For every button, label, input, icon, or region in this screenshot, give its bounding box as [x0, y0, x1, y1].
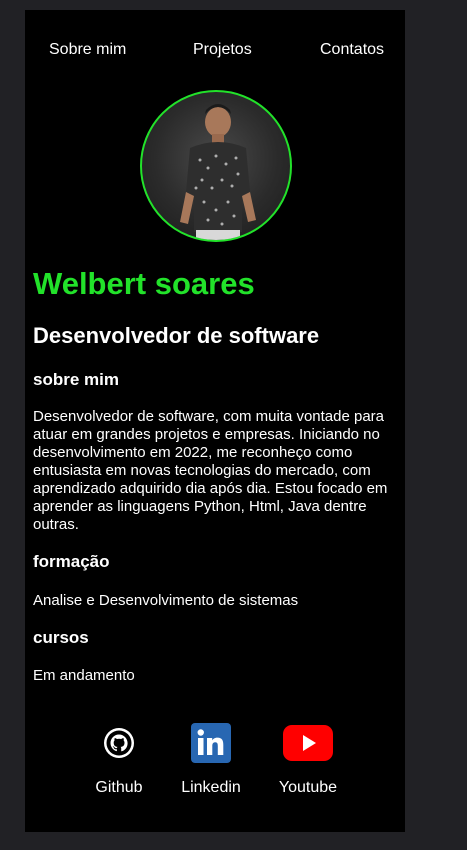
profile-role: Desenvolvedor de software	[33, 323, 320, 348]
portfolio-page: Sobre mim Projetos Contatos Welbert soar…	[25, 10, 405, 832]
nav-link-projetos[interactable]: Projetos	[193, 40, 252, 60]
courses-heading: cursos	[33, 628, 89, 647]
about-text: Desenvolvedor de software, com muita von…	[33, 408, 388, 533]
about-heading: sobre mim	[33, 370, 119, 389]
linkedin-icon	[191, 723, 231, 763]
nav-link-contatos[interactable]: Contatos	[320, 40, 384, 60]
github-icon	[104, 728, 134, 758]
avatar	[140, 90, 292, 242]
profile-name: Welbert soares	[33, 266, 255, 301]
profile-photo	[180, 104, 256, 240]
education-heading: formação	[33, 552, 110, 571]
youtube-icon	[283, 725, 333, 761]
education-text: Analise e Desenvolvimento de sistemas	[33, 592, 299, 609]
linkedin-link[interactable]: Linkedin	[177, 723, 245, 798]
youtube-label: Youtube	[278, 779, 338, 796]
linkedin-label: Linkedin	[181, 779, 241, 796]
courses-text: Em andamento	[33, 667, 135, 684]
youtube-link[interactable]: Youtube	[277, 723, 339, 798]
github-link[interactable]: Github	[89, 723, 149, 798]
top-nav: Sobre mim Projetos Contatos	[25, 40, 405, 60]
nav-link-sobre-mim[interactable]: Sobre mim	[49, 40, 126, 60]
github-label: Github	[95, 779, 143, 796]
